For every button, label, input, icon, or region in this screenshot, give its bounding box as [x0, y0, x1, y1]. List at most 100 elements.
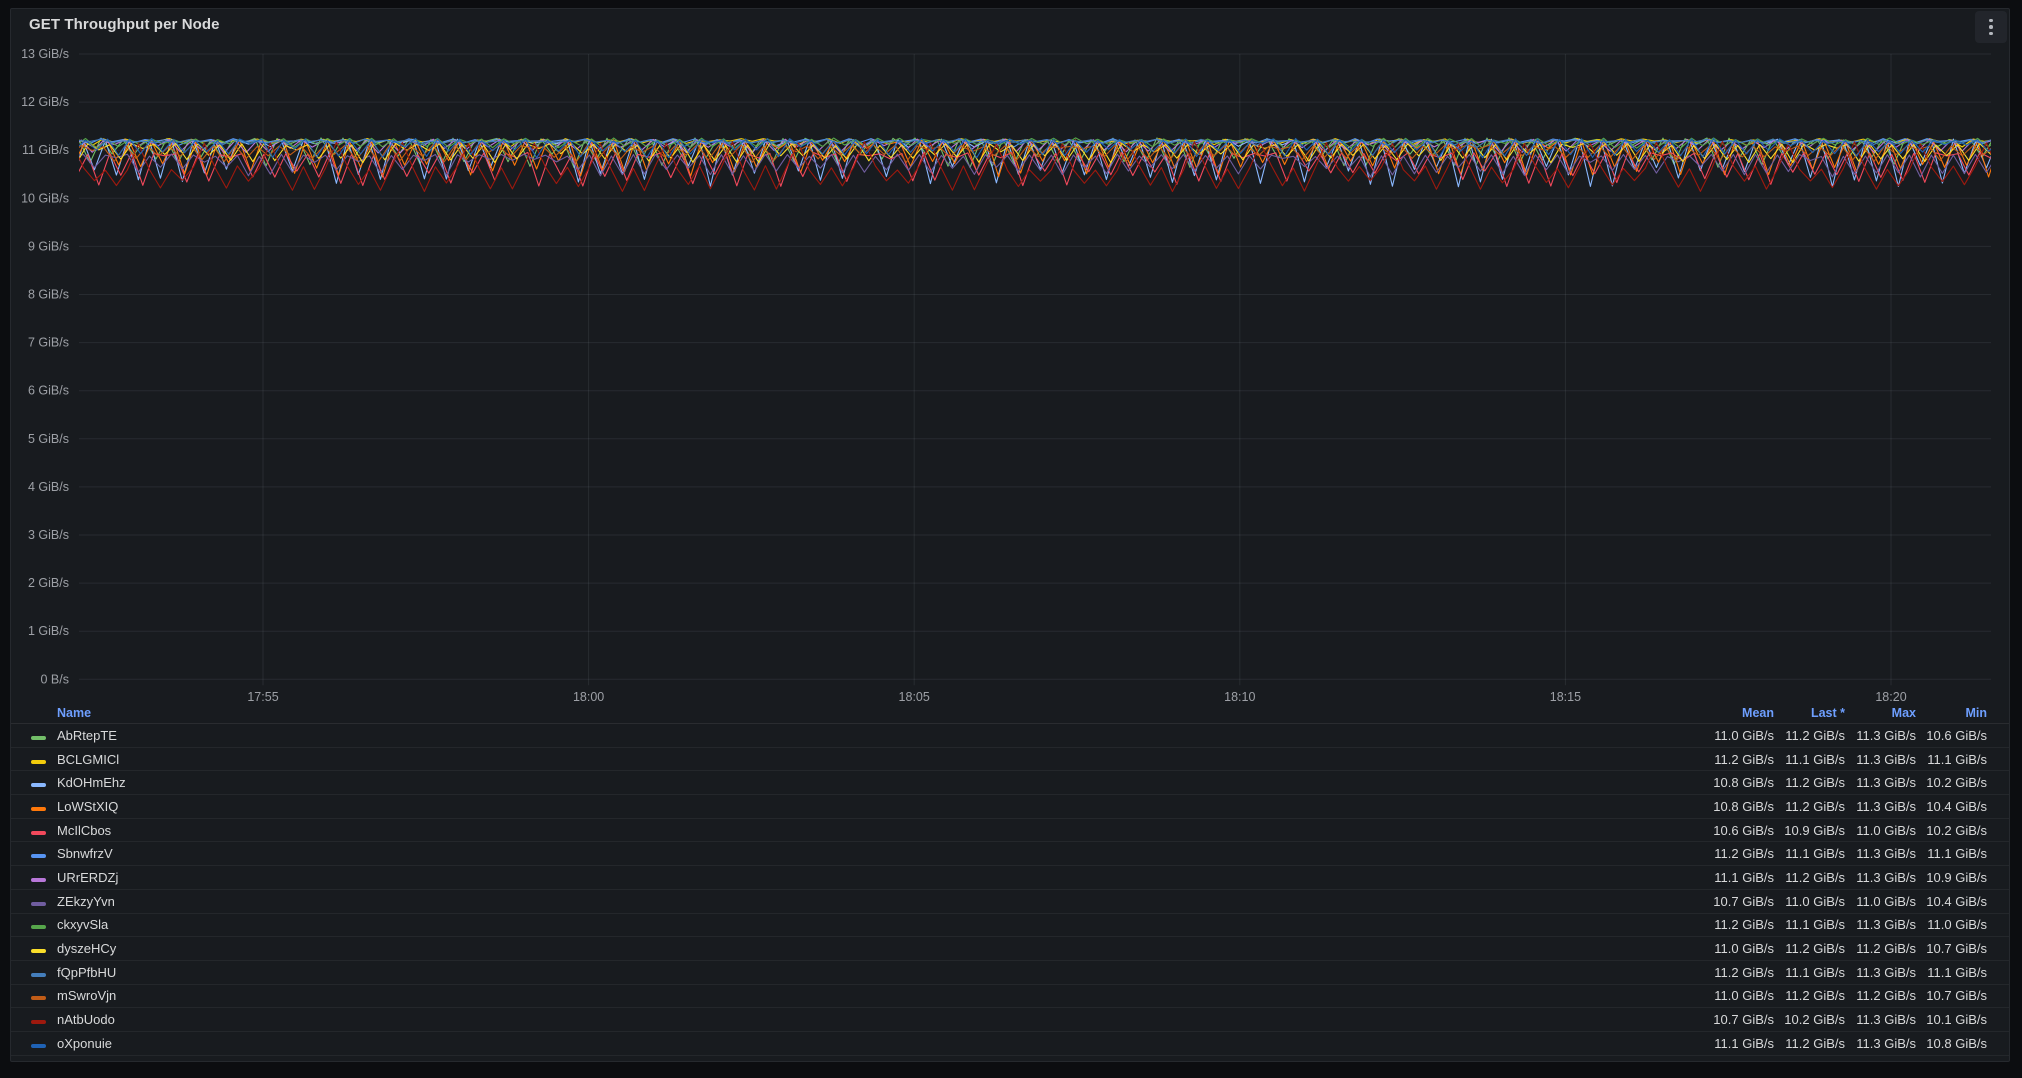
series-color-swatch[interactable]: [31, 760, 46, 764]
series-mean: 11.0 GiB/s: [1703, 728, 1774, 743]
series-min: 10.4 GiB/s: [1916, 799, 1987, 814]
series-color-swatch[interactable]: [31, 996, 46, 1000]
series-name[interactable]: ZEkzyYvn: [57, 894, 1703, 909]
legend-header-mean[interactable]: Mean: [1703, 706, 1774, 720]
series-last: 10.9 GiB/s: [1774, 823, 1845, 838]
legend-row: ckxyvSla11.2 GiB/s11.1 GiB/s11.3 GiB/s11…: [11, 914, 2009, 938]
series-name[interactable]: AbRtepTE: [57, 728, 1703, 743]
y-tick-label: 4 GiB/s: [28, 480, 69, 494]
series-last: 11.2 GiB/s: [1774, 799, 1845, 814]
series-name[interactable]: URrERDZj: [57, 870, 1703, 885]
series-lines: [57, 138, 2011, 192]
series-color-swatch[interactable]: [31, 854, 46, 858]
series-swatch-cell: [31, 799, 57, 814]
series-min: 10.7 GiB/s: [1916, 941, 1987, 956]
series-max: 11.3 GiB/s: [1845, 728, 1916, 743]
series-mean: 11.2 GiB/s: [1703, 917, 1774, 932]
series-name[interactable]: mSwroVjn: [57, 988, 1703, 1003]
series-name[interactable]: fQpPfbHU: [57, 965, 1703, 980]
series-color-swatch[interactable]: [31, 973, 46, 977]
x-tick-label: 18:15: [1550, 690, 1581, 704]
series-swatch-cell: [31, 752, 57, 767]
series-last: 11.2 GiB/s: [1774, 870, 1845, 885]
series-min: 11.1 GiB/s: [1916, 846, 1987, 861]
series-max: 11.3 GiB/s: [1845, 775, 1916, 790]
legend-header-max[interactable]: Max: [1845, 706, 1916, 720]
series-max: 11.3 GiB/s: [1845, 1012, 1916, 1027]
series-max: 11.2 GiB/s: [1845, 988, 1916, 1003]
legend-row: KdOHmEhz10.8 GiB/s11.2 GiB/s11.3 GiB/s10…: [11, 771, 2009, 795]
series-last: 11.2 GiB/s: [1774, 728, 1845, 743]
series-color-swatch[interactable]: [31, 902, 46, 906]
y-tick-label: 7 GiB/s: [28, 336, 69, 350]
series-name[interactable]: ckxyvSla: [57, 917, 1703, 932]
legend-row: mSwroVjn11.0 GiB/s11.2 GiB/s11.2 GiB/s10…: [11, 985, 2009, 1009]
y-tick-label: 9 GiB/s: [28, 239, 69, 253]
legend-header-last[interactable]: Last *: [1774, 706, 1845, 720]
series-mean: 10.7 GiB/s: [1703, 894, 1774, 909]
legend-row: URrERDZj11.1 GiB/s11.2 GiB/s11.3 GiB/s10…: [11, 866, 2009, 890]
series-mean: 11.2 GiB/s: [1703, 846, 1774, 861]
series-mean: 11.2 GiB/s: [1703, 965, 1774, 980]
x-tick-label: 17:55: [247, 690, 278, 704]
y-tick-label: 1 GiB/s: [28, 624, 69, 638]
x-axis-labels: 17:5518:0018:0518:1018:1518:20: [247, 690, 1906, 704]
legend-row: BCLGMICl11.2 GiB/s11.1 GiB/s11.3 GiB/s11…: [11, 748, 2009, 772]
y-tick-label: 6 GiB/s: [28, 384, 69, 398]
series-color-swatch[interactable]: [31, 1044, 46, 1048]
y-tick-label: 2 GiB/s: [28, 576, 69, 590]
x-tick-label: 18:05: [899, 690, 930, 704]
series-name[interactable]: nAtbUodo: [57, 1012, 1703, 1027]
series-swatch-cell: [31, 846, 57, 861]
series-name[interactable]: BCLGMICl: [57, 752, 1703, 767]
series-last: 11.1 GiB/s: [1774, 965, 1845, 980]
y-tick-label: 13 GiB/s: [21, 47, 69, 61]
series-last: 11.2 GiB/s: [1774, 941, 1845, 956]
series-color-swatch[interactable]: [31, 807, 46, 811]
legend-header-min[interactable]: Min: [1916, 706, 1987, 720]
series-min: 10.2 GiB/s: [1916, 775, 1987, 790]
series-mean: 11.0 GiB/s: [1703, 941, 1774, 956]
series-last: 11.1 GiB/s: [1774, 846, 1845, 861]
series-color-swatch[interactable]: [31, 783, 46, 787]
y-tick-label: 12 GiB/s: [21, 95, 69, 109]
series-min: 10.1 GiB/s: [1916, 1012, 1987, 1027]
throughput-chart[interactable]: 13 GiB/s12 GiB/s11 GiB/s10 GiB/s9 GiB/s8…: [11, 9, 2011, 709]
series-min: 11.0 GiB/s: [1916, 917, 1987, 932]
series-name[interactable]: dyszeHCy: [57, 941, 1703, 956]
legend-header-row: Name Mean Last * Max Min: [11, 703, 2009, 724]
series-name[interactable]: McIlCbos: [57, 823, 1703, 838]
series-max: 11.3 GiB/s: [1845, 752, 1916, 767]
y-tick-label: 10 GiB/s: [21, 191, 69, 205]
legend-table: Name Mean Last * Max Min AbRtepTE11.0 Gi…: [11, 703, 2009, 1056]
series-max: 11.3 GiB/s: [1845, 1036, 1916, 1051]
series-color-swatch[interactable]: [31, 736, 46, 740]
series-min: 11.1 GiB/s: [1916, 752, 1987, 767]
series-swatch-cell: [31, 1012, 57, 1027]
series-swatch-cell: [31, 988, 57, 1003]
series-color-swatch[interactable]: [31, 831, 46, 835]
series-last: 11.2 GiB/s: [1774, 988, 1845, 1003]
series-name[interactable]: LoWStXIQ: [57, 799, 1703, 814]
series-last: 11.1 GiB/s: [1774, 917, 1845, 932]
series-last: 11.0 GiB/s: [1774, 894, 1845, 909]
x-tick-label: 18:20: [1875, 690, 1906, 704]
series-name[interactable]: oXponuie: [57, 1036, 1703, 1051]
legend-row: LoWStXIQ10.8 GiB/s11.2 GiB/s11.3 GiB/s10…: [11, 795, 2009, 819]
legend-row: McIlCbos10.6 GiB/s10.9 GiB/s11.0 GiB/s10…: [11, 819, 2009, 843]
series-color-swatch[interactable]: [31, 878, 46, 882]
series-max: 11.3 GiB/s: [1845, 799, 1916, 814]
series-swatch-cell: [31, 823, 57, 838]
series-name[interactable]: KdOHmEhz: [57, 775, 1703, 790]
series-color-swatch[interactable]: [31, 925, 46, 929]
legend-rows: AbRtepTE11.0 GiB/s11.2 GiB/s11.3 GiB/s10…: [11, 724, 2009, 1056]
legend-header-name[interactable]: Name: [57, 706, 1703, 720]
series-color-swatch[interactable]: [31, 1020, 46, 1024]
series-name[interactable]: SbnwfrzV: [57, 846, 1703, 861]
y-tick-label: 8 GiB/s: [28, 288, 69, 302]
series-mean: 10.8 GiB/s: [1703, 799, 1774, 814]
y-axis-labels: 13 GiB/s12 GiB/s11 GiB/s10 GiB/s9 GiB/s8…: [21, 47, 69, 686]
series-swatch-cell: [31, 1036, 57, 1051]
series-max: 11.3 GiB/s: [1845, 917, 1916, 932]
series-color-swatch[interactable]: [31, 949, 46, 953]
